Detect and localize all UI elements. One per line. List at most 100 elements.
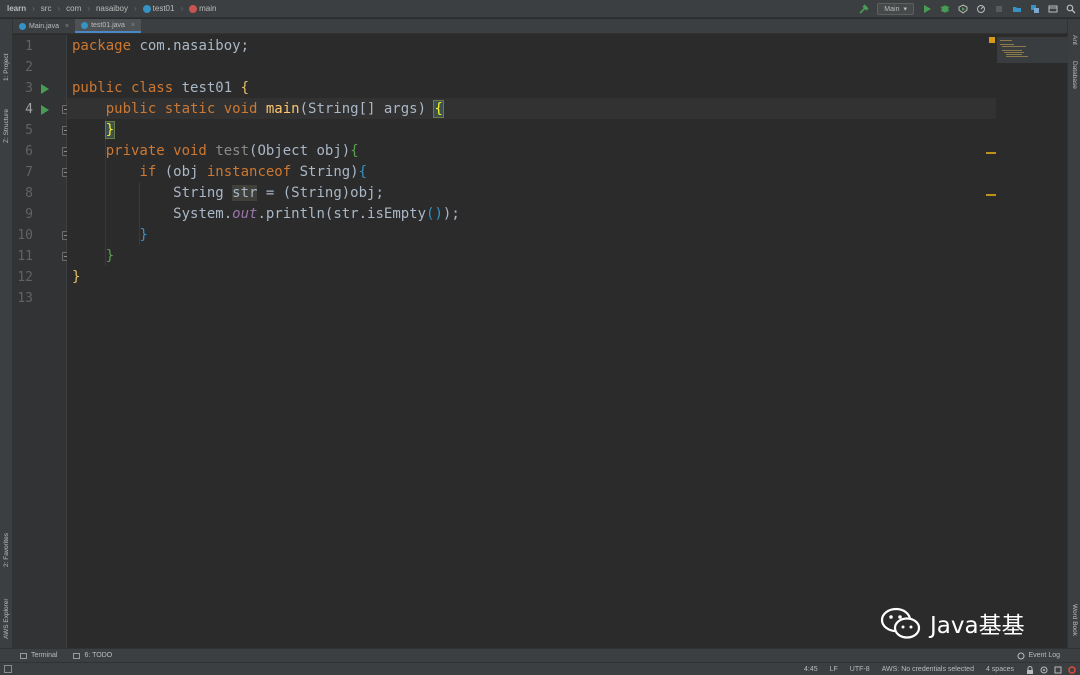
translate-icon[interactable]: [1030, 4, 1040, 14]
code-line-3: public class test01 {: [72, 78, 249, 99]
run-configuration-select[interactable]: Main ▾: [877, 3, 914, 15]
brace: {: [358, 164, 368, 180]
project-structure-icon[interactable]: [1012, 4, 1022, 14]
line-number: 12: [17, 270, 33, 285]
breadcrumb-com[interactable]: com: [66, 4, 81, 13]
close-icon[interactable]: ×: [65, 23, 69, 30]
project-tool-button[interactable]: 1: Project: [3, 54, 10, 81]
code-text: (Object obj): [249, 143, 351, 159]
caret-position[interactable]: 4:45: [804, 666, 818, 673]
google-icon[interactable]: [1068, 665, 1076, 674]
inspector-icon[interactable]: [1040, 666, 1048, 674]
minimap-line: [1002, 46, 1026, 47]
run-main-gutter-icon[interactable]: [41, 105, 49, 115]
code-text: );: [442, 206, 460, 222]
class-icon: [142, 4, 151, 13]
tab-main-java[interactable]: Main.java ×: [13, 19, 75, 33]
paren: (): [426, 206, 443, 222]
event-log-label: Event Log: [1028, 652, 1060, 659]
event-log-button[interactable]: Event Log: [1017, 652, 1060, 660]
chevron-right-icon: ›: [87, 4, 90, 13]
lock-icon[interactable]: [1026, 665, 1034, 674]
database-tool-button[interactable]: Database: [1071, 61, 1078, 89]
line-separator[interactable]: LF: [830, 666, 838, 673]
list-icon: [73, 652, 81, 659]
search-icon[interactable]: [1066, 4, 1076, 14]
breadcrumb-learn[interactable]: learn: [7, 4, 26, 13]
breadcrumb-test01[interactable]: test01: [142, 4, 174, 13]
tab-test01-java[interactable]: test01.java ×: [75, 19, 142, 33]
run-class-gutter-icon[interactable]: [41, 84, 49, 94]
aws-explorer-tool-button[interactable]: AWS Explorer: [3, 598, 10, 639]
keyword: instanceof: [206, 164, 292, 180]
line-number: 8: [25, 186, 33, 201]
code-line-6: private void test(Object obj){: [72, 141, 359, 162]
indent-setting[interactable]: 4 spaces: [986, 666, 1014, 673]
favorites-tool-button[interactable]: 2: Favorites: [3, 533, 10, 567]
window-layout-icon[interactable]: [1048, 4, 1058, 14]
build-hammer-icon[interactable]: [859, 4, 869, 14]
keyword: if: [139, 164, 157, 180]
matched-brace: }: [104, 121, 116, 139]
code-text: System.: [173, 206, 233, 222]
chevron-down-icon: ▾: [903, 6, 907, 13]
main-toolbar: Main ▾: [859, 0, 1076, 18]
code-line-4: public static void main(String[] args) {: [72, 99, 444, 120]
static-field: out: [232, 206, 258, 222]
error-stripe[interactable]: [986, 35, 1068, 648]
terminal-tool-button[interactable]: Terminal: [0, 652, 65, 659]
structure-tool-button[interactable]: Z: Structure: [3, 109, 10, 143]
code-text: String): [291, 164, 359, 180]
aws-connection[interactable]: AWS: No credentials selected: [882, 666, 974, 673]
code-text: (obj: [156, 164, 207, 180]
keyword: public static void: [105, 101, 258, 117]
keyword: package: [72, 38, 132, 54]
brace: {: [240, 80, 250, 96]
profile-icon[interactable]: [976, 4, 986, 14]
tool-windows-toggle-icon[interactable]: [4, 665, 12, 673]
breadcrumb-label: nasaiboy: [95, 4, 128, 13]
code-line-5: }: [72, 120, 116, 141]
todo-label: 6: TODO: [84, 652, 113, 659]
brace: {: [350, 143, 359, 159]
stop-icon[interactable]: [994, 4, 1004, 14]
brace: }: [139, 227, 148, 243]
tool-window-bar: Terminal 6: TODO Event Log: [0, 648, 1080, 662]
breadcrumb-label: src: [40, 4, 52, 13]
warning-marker[interactable]: [986, 152, 996, 154]
minimap-line: [1006, 56, 1028, 57]
method-name: main: [265, 101, 300, 117]
close-icon[interactable]: ×: [131, 22, 135, 29]
code-line-10: }: [72, 225, 148, 246]
line-number: 7: [25, 165, 33, 180]
run-icon[interactable]: [922, 4, 932, 14]
line-number: 3: [25, 81, 33, 96]
method-icon: [189, 4, 198, 13]
todo-tool-button[interactable]: 6: TODO: [65, 652, 120, 659]
breadcrumb-src[interactable]: src: [41, 4, 52, 13]
debug-icon[interactable]: [940, 4, 950, 14]
watermark-text: Java基基: [930, 613, 1025, 639]
line-number: 13: [17, 291, 33, 306]
code-editor[interactable]: package com.nasaiboy; public class test0…: [67, 35, 996, 648]
editor-gutter[interactable]: 1 2 3 4 5 6 7 8 9 10 11 12 13: [13, 35, 71, 648]
code-text: .println(str.isEmpty: [257, 206, 427, 222]
memory-icon[interactable]: [1054, 666, 1062, 674]
inspection-status-icon[interactable]: [989, 37, 995, 43]
breadcrumb-nasaiboy[interactable]: nasaiboy: [96, 4, 128, 13]
breadcrumb-main[interactable]: main: [189, 4, 216, 13]
unused-method-name: test: [215, 143, 250, 159]
minimap-line: [1002, 50, 1022, 51]
warning-marker[interactable]: [986, 194, 996, 196]
ant-tool-button[interactable]: Ant: [1071, 35, 1078, 45]
keyword: private void: [105, 143, 207, 159]
run-config-label: Main: [884, 5, 900, 13]
coverage-icon[interactable]: [958, 4, 968, 14]
line-number: 2: [25, 60, 33, 75]
word-book-tool-button[interactable]: Word Book: [1071, 604, 1078, 636]
code-text: (String[] args): [299, 101, 435, 117]
code-line-11: }: [72, 246, 114, 267]
status-bar: 4:45 LF UTF-8 AWS: No credentials select…: [0, 662, 1080, 675]
file-encoding[interactable]: UTF-8: [850, 666, 870, 673]
code-minimap[interactable]: [997, 37, 1068, 63]
